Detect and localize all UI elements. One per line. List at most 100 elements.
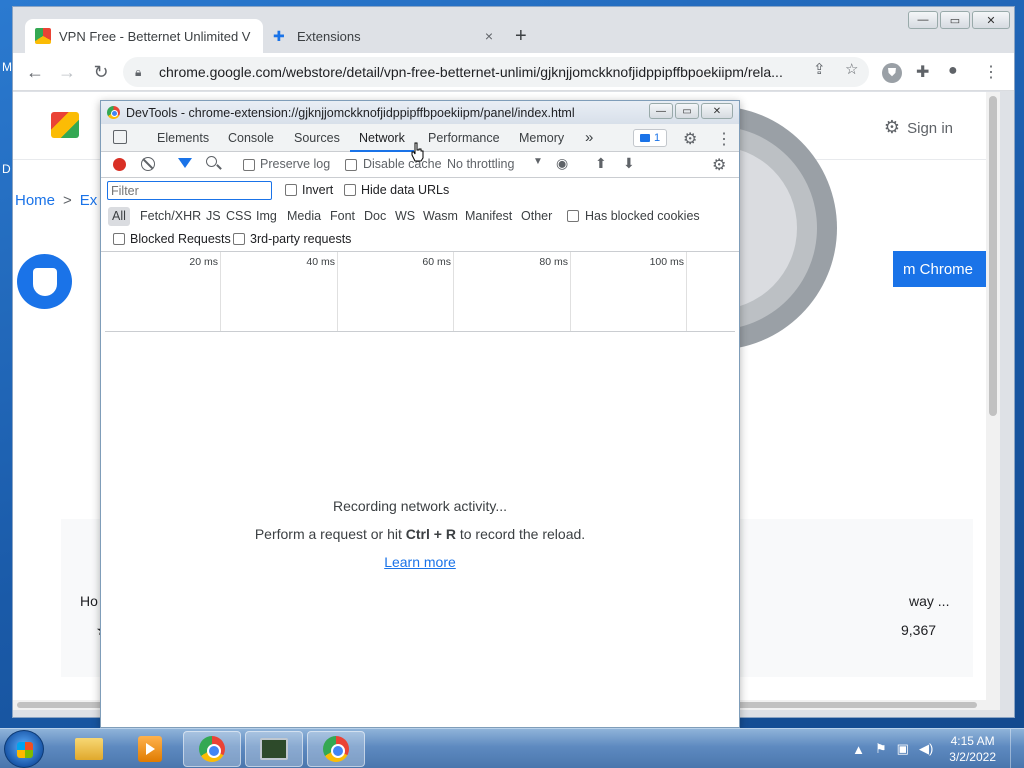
export-har-icon[interactable]: ⬇ (623, 155, 635, 172)
tab-console[interactable]: Console (228, 124, 274, 152)
hide-data-urls-checkbox[interactable] (344, 184, 356, 196)
type-filter-media[interactable]: Media (283, 207, 325, 226)
timeline-gridline (337, 252, 338, 331)
devtools-titlebar[interactable]: DevTools - chrome-extension://gjknjjomck… (101, 101, 739, 124)
minimize-button[interactable]: — (908, 11, 938, 29)
filter-icon[interactable] (178, 158, 192, 168)
page-scrollbar[interactable] (986, 92, 1000, 710)
tab-extensions[interactable]: ✚ Extensions × (263, 19, 503, 53)
back-icon[interactable]: ← (23, 60, 47, 84)
type-filter-doc[interactable]: Doc (360, 207, 390, 226)
disable-cache-label[interactable]: Disable cache (363, 157, 442, 171)
learn-more-link[interactable]: Learn more (384, 554, 456, 570)
volume-icon[interactable]: ◀) (919, 741, 933, 757)
close-tab-icon[interactable]: × (485, 28, 493, 44)
forward-icon[interactable]: → (55, 60, 79, 84)
taskbar: ▲ ⚑ ▣ ◀) 4:15 AM 3/2/2022 (0, 728, 1024, 768)
inspect-element-icon[interactable] (113, 130, 127, 144)
reload-icon[interactable]: ↻ (89, 60, 113, 84)
taskbar-explorer[interactable] (60, 731, 118, 767)
type-filter-wasm[interactable]: Wasm (419, 207, 462, 226)
devtools-title: DevTools - chrome-extension://gjknjjomck… (126, 105, 575, 120)
taskbar-media-player[interactable] (121, 731, 179, 767)
tab-elements[interactable]: Elements (157, 124, 209, 152)
tab-performance[interactable]: Performance (428, 124, 500, 152)
betternet-extension-icon[interactable]: ⛊ (882, 63, 902, 83)
network-overview-timeline[interactable]: 20 ms 40 ms 60 ms 80 ms 100 ms (105, 252, 735, 332)
show-desktop-button[interactable] (1010, 729, 1024, 768)
menu-kebab-icon[interactable]: ⋮ (716, 129, 732, 149)
blocked-requests-checkbox[interactable] (113, 233, 125, 245)
more-tabs-icon[interactable]: » (585, 124, 593, 152)
share-icon[interactable]: ⇪ (813, 60, 826, 78)
tab-vpn-free[interactable]: VPN Free - Betternet Unlimited V (25, 19, 263, 53)
network-conditions-icon[interactable]: ◉ (556, 155, 568, 172)
type-filter-other[interactable]: Other (517, 207, 556, 226)
tab-sources[interactable]: Sources (294, 124, 340, 152)
issues-badge[interactable]: 1 (633, 129, 668, 147)
resource-type-filters: All Fetch/XHR JS CSS Img Media Font Doc … (101, 204, 739, 228)
network-icon[interactable]: ▣ (897, 741, 909, 757)
type-filter-img[interactable]: Img (252, 207, 281, 226)
maximize-button[interactable]: ▭ (675, 103, 699, 119)
close-button[interactable]: ✕ (701, 103, 733, 119)
related-card-title[interactable]: way ... (909, 593, 949, 609)
settings-gear-icon[interactable]: ⚙ (884, 117, 900, 138)
maximize-button[interactable]: ▭ (940, 11, 970, 29)
record-icon[interactable] (113, 158, 126, 171)
has-blocked-cookies-checkbox[interactable] (567, 210, 579, 222)
taskbar-chrome[interactable] (183, 731, 241, 767)
invert-label[interactable]: Invert (302, 183, 333, 197)
type-filter-all[interactable]: All (108, 207, 130, 226)
type-filter-ws[interactable]: WS (391, 207, 419, 226)
network-settings-gear-icon[interactable]: ⚙ (712, 155, 726, 175)
preserve-log-label[interactable]: Preserve log (260, 157, 330, 171)
hide-data-urls-label[interactable]: Hide data URLs (361, 183, 449, 197)
new-tab-button[interactable]: + (515, 25, 527, 48)
clear-icon[interactable] (141, 157, 155, 171)
chevron-down-icon[interactable]: ▼ (533, 156, 543, 167)
settings-gear-icon[interactable]: ⚙ (683, 129, 697, 149)
third-party-requests-checkbox[interactable] (233, 233, 245, 245)
show-hidden-icons[interactable]: ▲ (852, 742, 865, 757)
related-card-title[interactable]: Ho (80, 593, 98, 609)
tab-network[interactable]: Network (350, 124, 414, 152)
third-party-requests-label[interactable]: 3rd-party requests (250, 232, 351, 246)
clock[interactable]: 4:15 AM 3/2/2022 (949, 733, 996, 765)
sign-in-link[interactable]: Sign in (907, 120, 953, 137)
has-blocked-cookies-label[interactable]: Has blocked cookies (585, 209, 700, 223)
taskbar-chrome-devtools[interactable] (307, 731, 365, 767)
type-filter-fetch-xhr[interactable]: Fetch/XHR (136, 207, 205, 226)
bookmark-star-icon[interactable]: ☆ (845, 60, 858, 78)
blocked-requests-label[interactable]: Blocked Requests (130, 232, 231, 246)
desktop-icon-label: D (2, 162, 11, 176)
type-filter-manifest[interactable]: Manifest (461, 207, 516, 226)
minimize-button[interactable]: — (649, 103, 673, 119)
profile-icon[interactable]: ● (948, 62, 958, 80)
close-button[interactable]: ✕ (972, 11, 1010, 29)
tab-memory[interactable]: Memory (519, 124, 564, 152)
breadcrumb-home[interactable]: Home (15, 192, 55, 209)
preserve-log-checkbox[interactable] (243, 159, 255, 171)
start-button[interactable] (4, 730, 44, 768)
address-bar[interactable]: 🔒︎ chrome.google.com/webstore/detail/vpn… (123, 57, 869, 87)
extensions-puzzle-icon[interactable]: ✚ (916, 62, 929, 82)
browser-toolbar: ← → ↻ 🔒︎ chrome.google.com/webstore/deta… (13, 53, 1014, 91)
disable-cache-checkbox[interactable] (345, 159, 357, 171)
media-player-icon (138, 736, 162, 762)
type-filter-css[interactable]: CSS (222, 207, 256, 226)
rating-count: 9,367 (901, 622, 937, 638)
invert-checkbox[interactable] (285, 184, 297, 196)
import-har-icon[interactable]: ⬆ (595, 155, 607, 172)
menu-kebab-icon[interactable]: ⋮ (983, 62, 999, 82)
throttling-select[interactable]: No throttling (447, 157, 514, 171)
add-to-chrome-button[interactable]: m Chrome (893, 251, 995, 287)
search-icon[interactable] (206, 156, 217, 167)
type-filter-font[interactable]: Font (326, 207, 359, 226)
webstore-logo[interactable] (51, 112, 79, 138)
action-center-icon[interactable]: ⚑ (875, 741, 887, 757)
taskbar-task-manager[interactable] (245, 731, 303, 767)
breadcrumb-extensions[interactable]: Ex (80, 192, 98, 209)
filter-input[interactable] (107, 181, 272, 200)
puzzle-icon: ✚ (273, 28, 285, 44)
